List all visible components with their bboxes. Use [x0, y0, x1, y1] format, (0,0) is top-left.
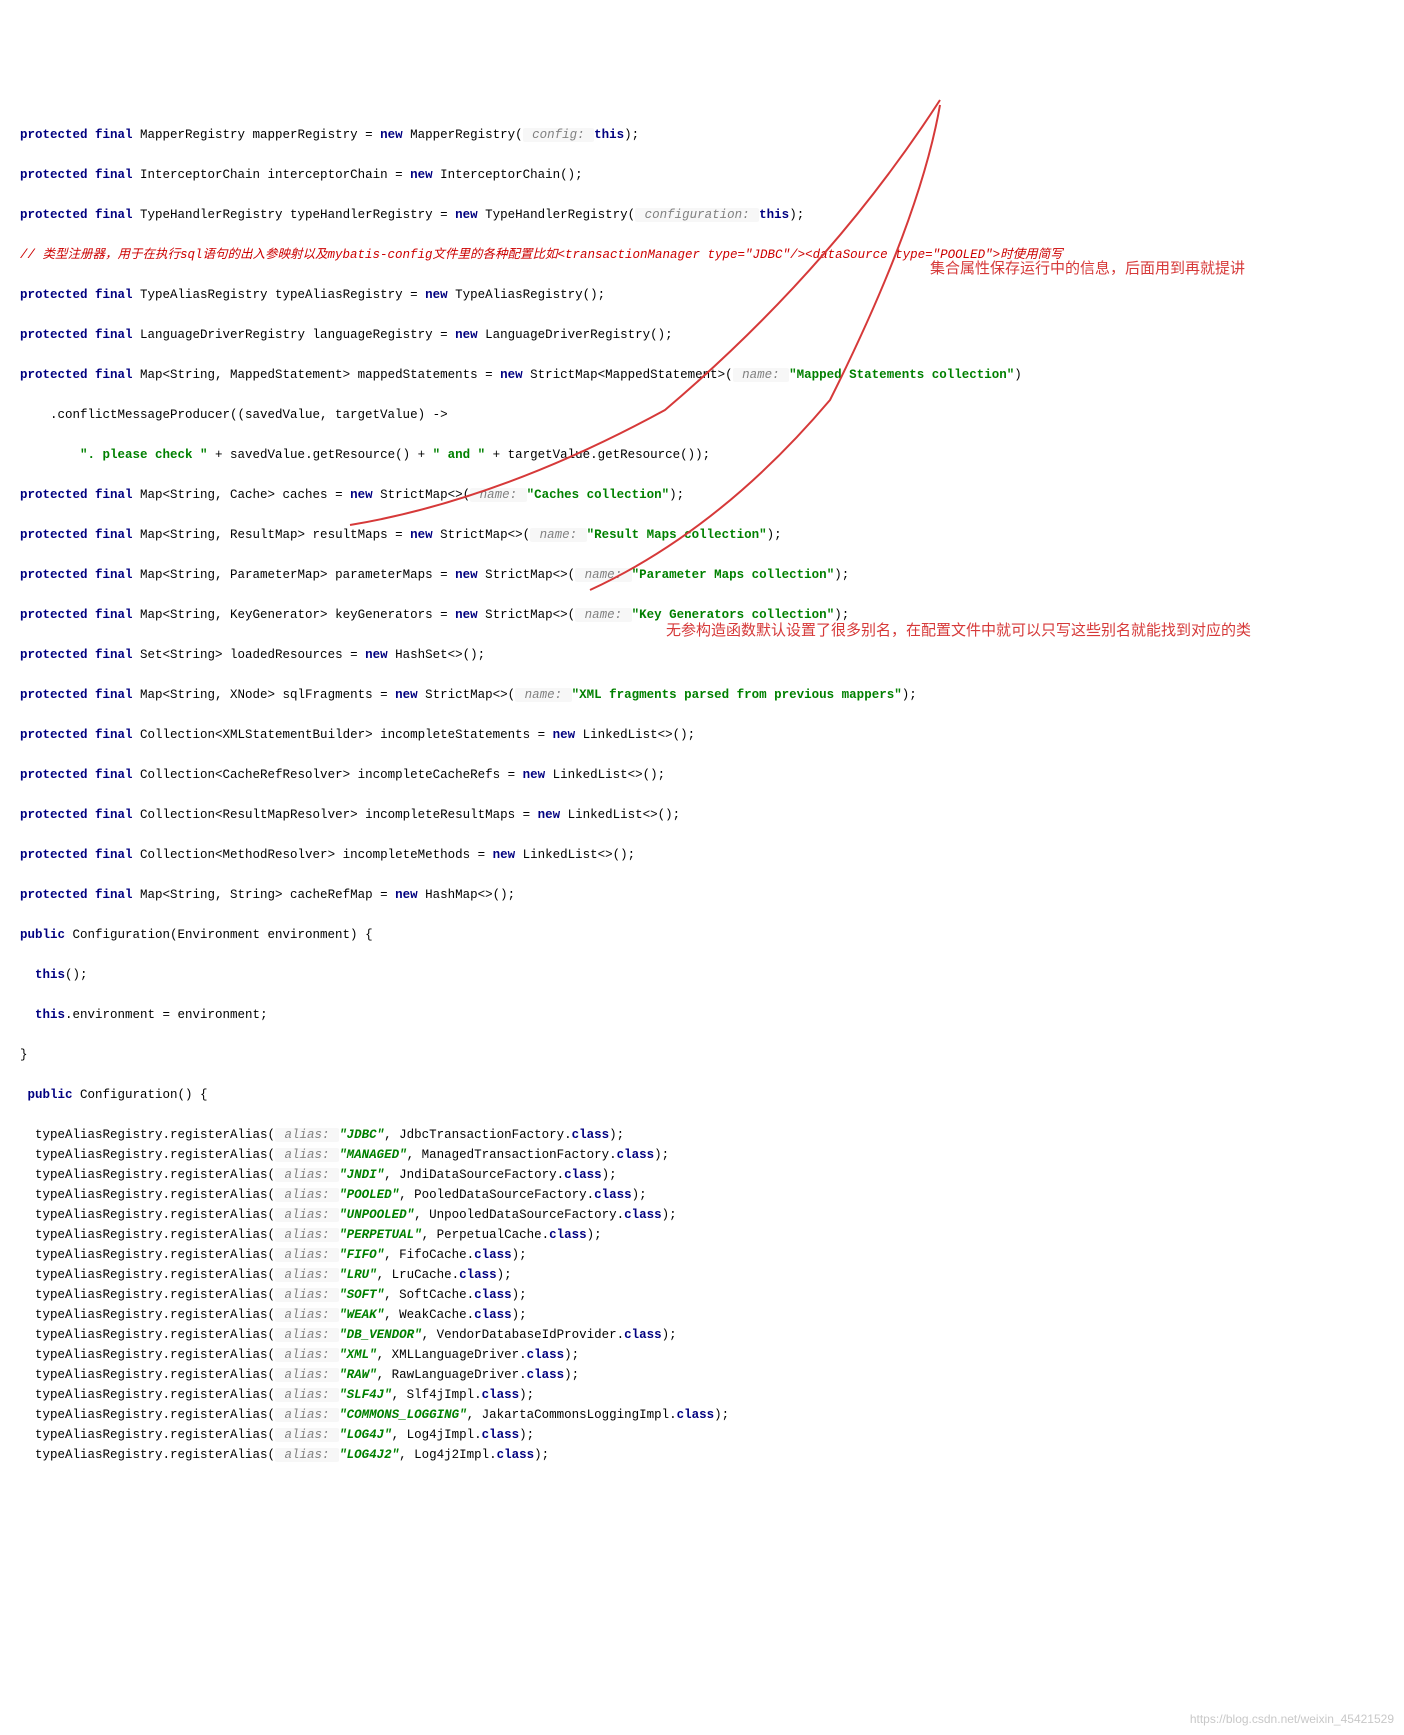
alias-calls: typeAliasRegistry.registerAlias( alias: …	[20, 1125, 1404, 1465]
code-line: }	[20, 1045, 1404, 1065]
code-line: typeAliasRegistry.registerAlias( alias: …	[20, 1165, 1404, 1185]
code-line: typeAliasRegistry.registerAlias( alias: …	[20, 1425, 1404, 1445]
code-line: typeAliasRegistry.registerAlias( alias: …	[20, 1145, 1404, 1165]
code-line: public Configuration() {	[20, 1085, 1404, 1105]
code-line: typeAliasRegistry.registerAlias( alias: …	[20, 1205, 1404, 1225]
code-line: typeAliasRegistry.registerAlias( alias: …	[20, 1325, 1404, 1345]
code-block: protected final MapperRegistry mapperReg…	[0, 80, 1404, 1495]
code-line: protected final Map<String, Cache> cache…	[20, 485, 1404, 505]
code-line: typeAliasRegistry.registerAlias( alias: …	[20, 1225, 1404, 1245]
code-line: .conflictMessageProducer((savedValue, ta…	[20, 405, 1404, 425]
code-line: this.environment = environment;	[20, 1005, 1404, 1025]
code-line: protected final Map<String, ResultMap> r…	[20, 525, 1404, 545]
code-line: protected final MapperRegistry mapperReg…	[20, 125, 1404, 145]
code-line: typeAliasRegistry.registerAlias( alias: …	[20, 1125, 1404, 1145]
code-line: typeAliasRegistry.registerAlias( alias: …	[20, 1285, 1404, 1305]
code-line: protected final InterceptorChain interce…	[20, 165, 1404, 185]
code-line: typeAliasRegistry.registerAlias( alias: …	[20, 1405, 1404, 1425]
code-line: protected final Map<String, XNode> sqlFr…	[20, 685, 1404, 705]
code-line: this();	[20, 965, 1404, 985]
annotation-top: 集合属性保存运行中的信息，后面用到再就提讲	[930, 258, 1370, 280]
code-line: typeAliasRegistry.registerAlias( alias: …	[20, 1345, 1404, 1365]
code-line: protected final TypeHandlerRegistry type…	[20, 205, 1404, 225]
code-line: typeAliasRegistry.registerAlias( alias: …	[20, 1245, 1404, 1265]
code-line: public Configuration(Environment environ…	[20, 925, 1404, 945]
code-line: typeAliasRegistry.registerAlias( alias: …	[20, 1385, 1404, 1405]
code-line: protected final Set<String> loadedResour…	[20, 645, 1404, 665]
code-line: protected final Collection<MethodResolve…	[20, 845, 1404, 865]
code-line: protected final Collection<CacheRefResol…	[20, 765, 1404, 785]
code-line: protected final LanguageDriverRegistry l…	[20, 325, 1404, 345]
code-line: typeAliasRegistry.registerAlias( alias: …	[20, 1445, 1404, 1465]
code-line: protected final Map<String, ParameterMap…	[20, 565, 1404, 585]
watermark: https://blog.csdn.net/weixin_45421529	[1190, 1709, 1394, 1729]
code-line: protected final Map<String, MappedStatem…	[20, 365, 1404, 385]
code-line: typeAliasRegistry.registerAlias( alias: …	[20, 1265, 1404, 1285]
code-line: protected final Map<String, String> cach…	[20, 885, 1404, 905]
code-line: typeAliasRegistry.registerAlias( alias: …	[20, 1185, 1404, 1205]
code-line: typeAliasRegistry.registerAlias( alias: …	[20, 1305, 1404, 1325]
annotation-bottom: 无参构造函数默认设置了很多别名，在配置文件中就可以只写这些别名就能找到对应的类	[666, 620, 1386, 642]
code-line: protected final Collection<XMLStatementB…	[20, 725, 1404, 745]
code-line: protected final Collection<ResultMapReso…	[20, 805, 1404, 825]
code-line: typeAliasRegistry.registerAlias( alias: …	[20, 1365, 1404, 1385]
code-line: ". please check " + savedValue.getResour…	[20, 445, 1404, 465]
code-line: protected final TypeAliasRegistry typeAl…	[20, 285, 1404, 305]
